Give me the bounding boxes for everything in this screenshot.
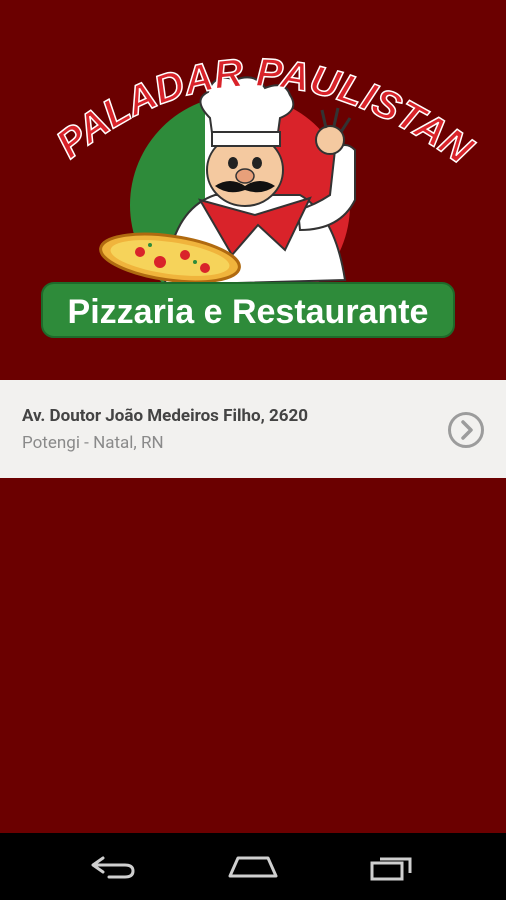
restaurant-logo: PALADAR PAULISTANO Pizzaria e Restaurant… — [0, 0, 506, 380]
address-item[interactable] — [0, 380, 506, 478]
back-button[interactable] — [58, 833, 168, 900]
logo-graphic: PALADAR PAULISTANO Pizzaria e Restaurant… — [0, 0, 482, 338]
logo-banner-text: Pizzaria e Restaurante — [68, 293, 429, 331]
recent-apps-button[interactable] — [338, 833, 448, 900]
back-icon — [91, 856, 135, 878]
home-button[interactable] — [198, 833, 308, 900]
system-nav-bar — [0, 833, 506, 900]
address-street: Av. Doutor João Medeiros Filho, 2620 — [22, 406, 309, 426]
recent-apps-icon — [370, 857, 412, 880]
home-icon — [228, 856, 278, 877]
address-city: Potengi - Natal, RN — [22, 433, 164, 453]
chevron-right-circle-icon[interactable] — [447, 411, 485, 449]
